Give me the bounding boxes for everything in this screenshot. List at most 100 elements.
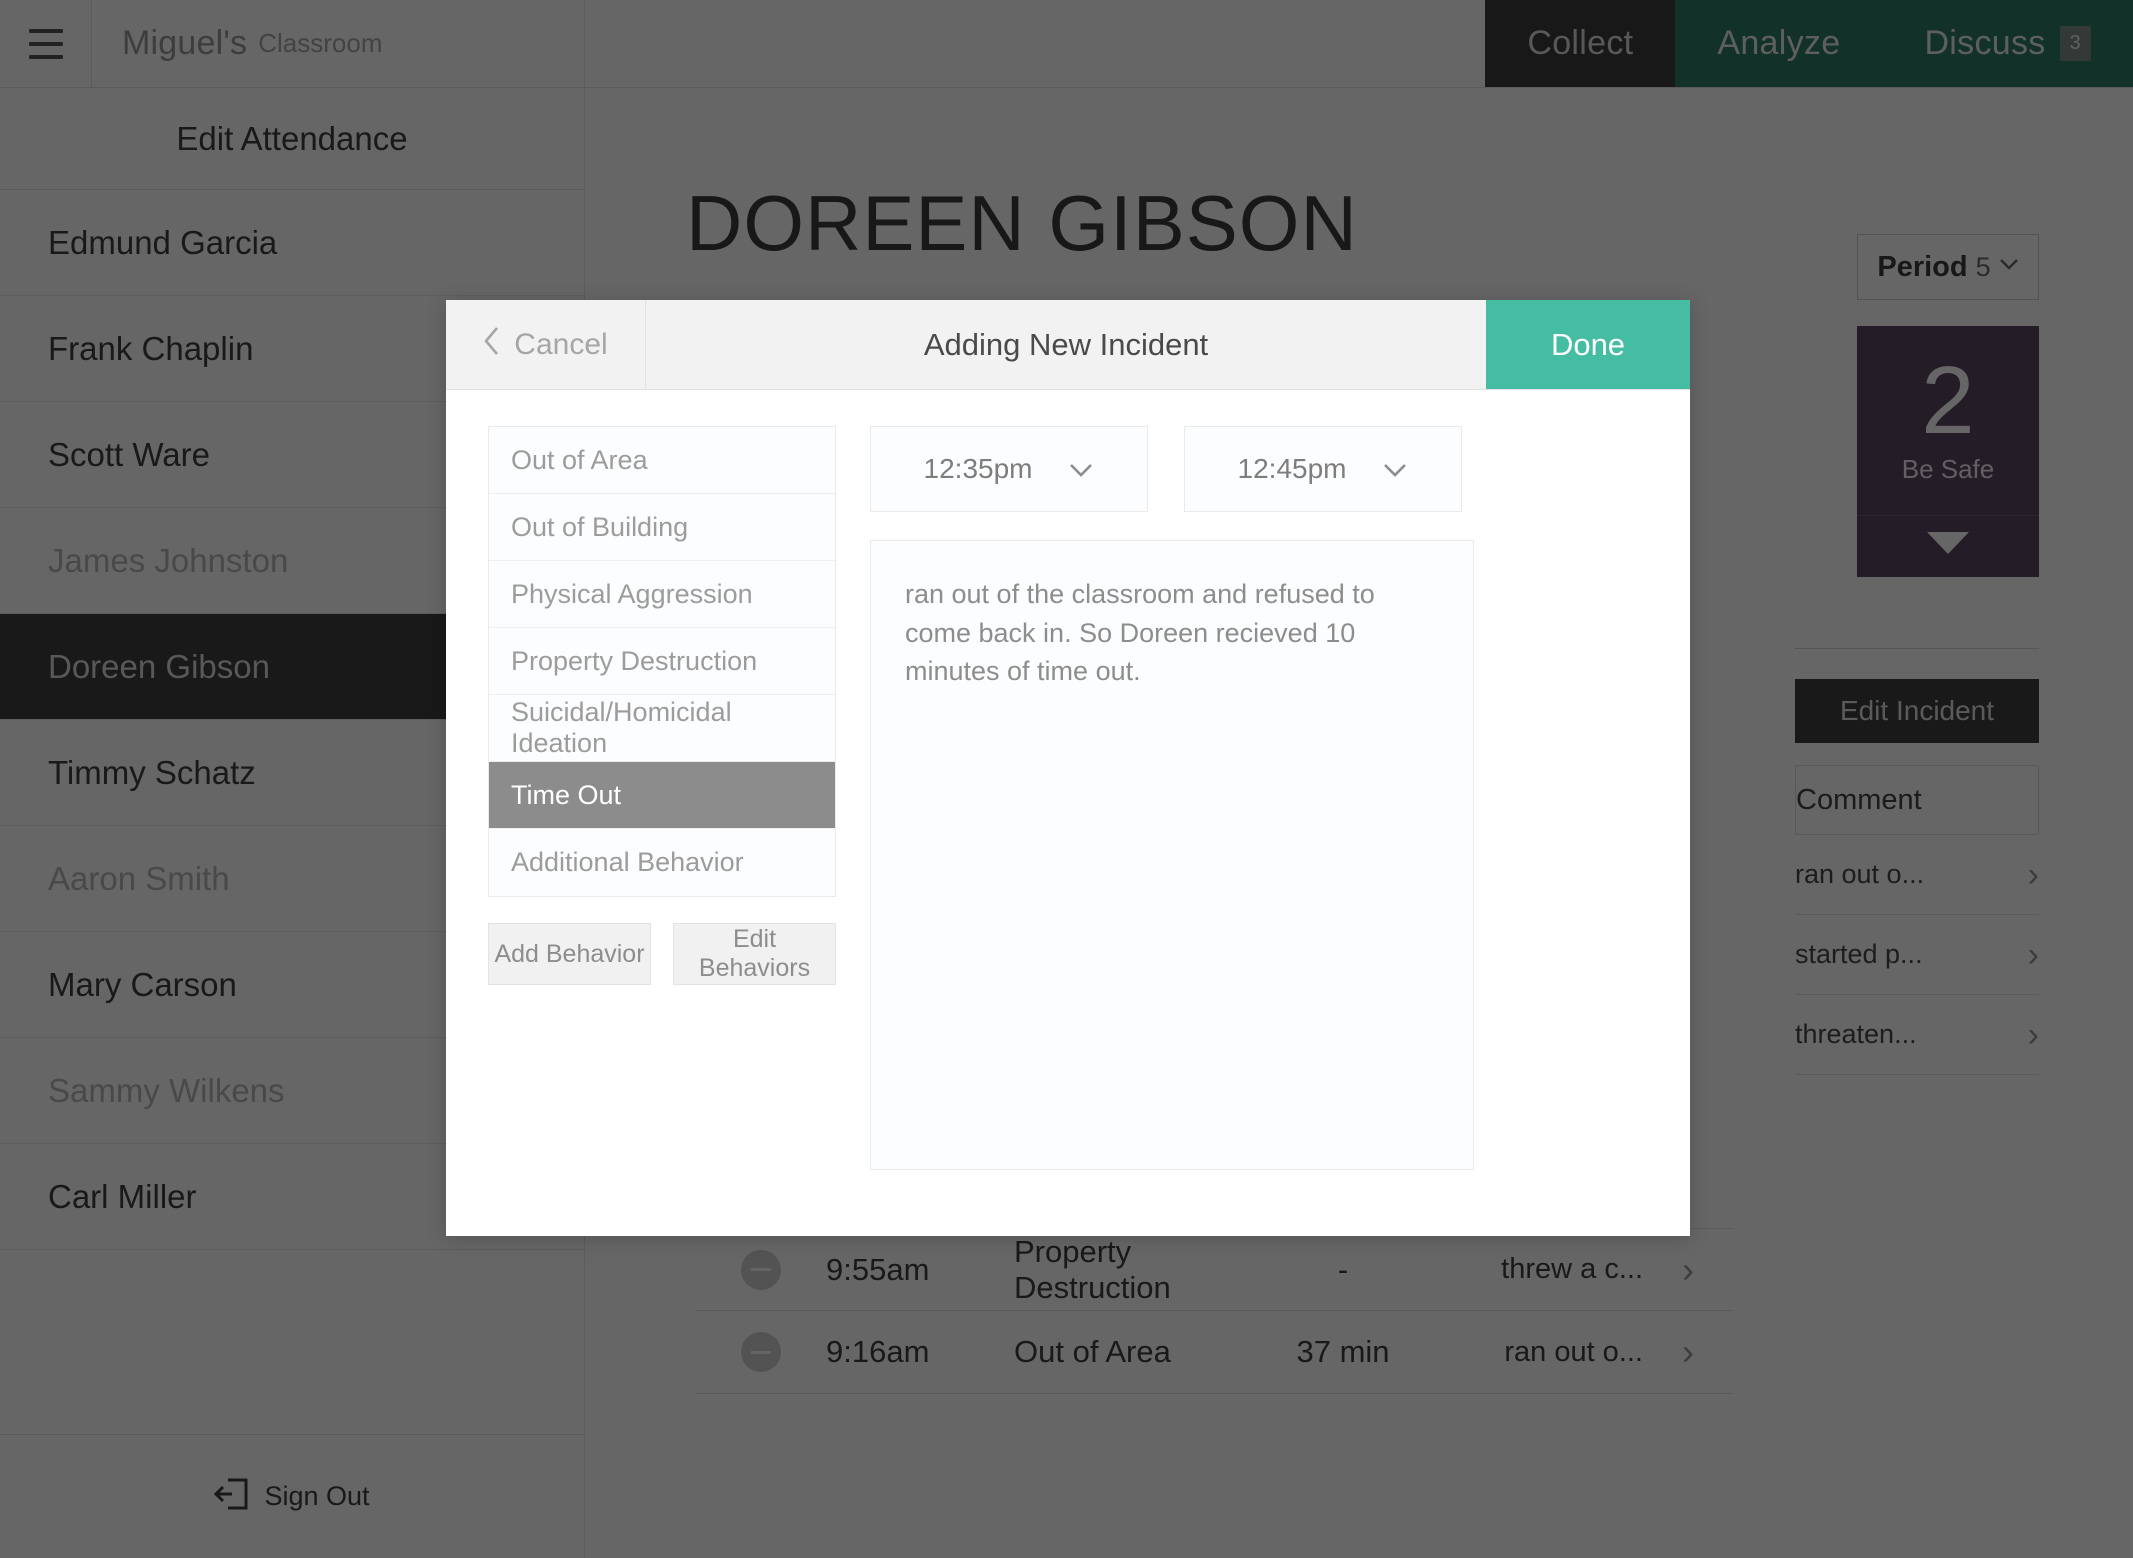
behavior-option-out-of-area[interactable]: Out of Area bbox=[489, 427, 835, 494]
chevron-right-icon: › bbox=[2027, 935, 2039, 974]
student-name: Aaron Smith bbox=[48, 859, 230, 897]
comment-field[interactable]: Comment bbox=[1795, 765, 2039, 835]
page-title: DOREEN GIBSON bbox=[686, 179, 1358, 267]
behavior-option-time-out[interactable]: Time Out bbox=[489, 762, 835, 829]
behavior-option-physical-aggression[interactable]: Physical Aggression bbox=[489, 561, 835, 628]
period-label: Period bbox=[1877, 250, 1968, 283]
minus-circle-icon bbox=[741, 1249, 781, 1290]
behavior-label: Time Out bbox=[511, 779, 622, 810]
incident-time: 9:16am bbox=[826, 1334, 930, 1369]
hamburger-icon[interactable] bbox=[0, 0, 92, 87]
incident-duration: - bbox=[1337, 1251, 1349, 1287]
incident-table: 9:55am Property Destruction - threw a c.… bbox=[696, 1228, 1733, 1394]
student-name: Timmy Schatz bbox=[48, 753, 256, 791]
chevron-right-icon: › bbox=[1682, 1331, 1694, 1372]
top-bar: Miguel's Classroom Collect Analyze Discu… bbox=[0, 0, 2133, 88]
sign-out-label: Sign Out bbox=[264, 1481, 370, 1511]
snippet-text: ran out o... bbox=[1795, 859, 1925, 889]
edit-behaviors-button[interactable]: Edit Behaviors bbox=[673, 923, 836, 985]
done-label: Done bbox=[1550, 326, 1626, 362]
incident-note: threw a c... bbox=[1501, 1253, 1643, 1285]
chevron-down-icon bbox=[1999, 258, 2019, 276]
period-value: 5 bbox=[1975, 251, 1991, 282]
be-safe-count: 2 bbox=[1921, 347, 1975, 454]
discuss-badge: 3 bbox=[2059, 26, 2091, 61]
cancel-label: Cancel bbox=[514, 327, 608, 361]
chevron-down-icon bbox=[1382, 453, 1408, 485]
chevron-right-icon: › bbox=[2027, 855, 2039, 894]
list-item[interactable]: started p... › bbox=[1795, 915, 2039, 995]
incident-note-textarea[interactable]: ran out of the classroom and refused to … bbox=[870, 540, 1474, 1170]
behavior-list: Out of Area Out of Building Physical Agg… bbox=[488, 426, 836, 897]
tab-analyze-label: Analyze bbox=[1717, 24, 1841, 62]
table-row[interactable]: 9:55am Property Destruction - threw a c.… bbox=[696, 1228, 1733, 1311]
incident-duration: 37 min bbox=[1296, 1334, 1390, 1369]
chevron-right-icon: › bbox=[2027, 1015, 2039, 1054]
classroom-title: Miguel's Classroom bbox=[92, 0, 585, 87]
behavior-column: Out of Area Out of Building Physical Agg… bbox=[488, 426, 836, 1170]
remove-incident-button[interactable] bbox=[696, 1332, 826, 1372]
remove-incident-button[interactable] bbox=[696, 1249, 826, 1290]
student-name: Doreen Gibson bbox=[48, 647, 270, 685]
classroom-owner: Miguel's bbox=[122, 24, 248, 62]
student-name: Sammy Wilkens bbox=[48, 1071, 285, 1109]
incident-behavior: Out of Area bbox=[1014, 1334, 1171, 1369]
modal-title: Adding New Incident bbox=[923, 326, 1209, 362]
incident-note: ran out o... bbox=[1504, 1335, 1643, 1368]
minus-circle-icon bbox=[741, 1332, 781, 1372]
behavior-label: Out of Building bbox=[511, 511, 689, 542]
incident-details-column: 12:35pm 12:45pm ran out of the classroom… bbox=[870, 426, 1650, 1170]
behavior-label: Additional Behavior bbox=[511, 847, 744, 877]
nav-tabs: Collect Analyze Discuss 3 bbox=[1485, 0, 2133, 87]
add-incident-modal: Cancel Adding New Incident Done Out of A… bbox=[446, 300, 1690, 1236]
behavior-label: Physical Aggression bbox=[511, 578, 753, 609]
period-selector[interactable]: Period 5 bbox=[1857, 234, 2039, 300]
end-time-select[interactable]: 12:45pm bbox=[1184, 426, 1462, 512]
time-row: 12:35pm 12:45pm bbox=[870, 426, 1650, 512]
comment-label: Comment bbox=[1796, 783, 1922, 816]
student-name: Scott Ware bbox=[48, 435, 210, 473]
cancel-button[interactable]: Cancel bbox=[446, 300, 646, 389]
end-time-value: 12:45pm bbox=[1237, 453, 1347, 484]
done-button[interactable]: Done bbox=[1486, 300, 1690, 389]
chevron-down-icon bbox=[1068, 453, 1094, 485]
behavior-label: Out of Area bbox=[511, 444, 648, 475]
be-safe-counter-card: 2 Be Safe bbox=[1857, 326, 2039, 577]
edit-attendance-button[interactable]: Edit Attendance bbox=[0, 88, 584, 190]
modal-header: Cancel Adding New Incident Done bbox=[446, 300, 1690, 390]
incident-time: 9:55am bbox=[826, 1251, 930, 1287]
sidebar-item-edmund-garcia[interactable]: Edmund Garcia bbox=[0, 190, 584, 296]
start-time-select[interactable]: 12:35pm bbox=[870, 426, 1148, 512]
list-item[interactable]: ran out o... › bbox=[1795, 835, 2039, 915]
behavior-actions: Add Behavior Edit Behaviors bbox=[488, 923, 836, 985]
behavior-option-additional-behavior[interactable]: Additional Behavior bbox=[489, 829, 835, 896]
sign-out-button[interactable]: Sign Out bbox=[0, 1434, 584, 1558]
behavior-option-suicidal-homicidal-ideation[interactable]: Suicidal/Homicidal Ideation bbox=[489, 695, 835, 762]
behavior-option-out-of-building[interactable]: Out of Building bbox=[489, 494, 835, 561]
table-row[interactable]: 9:16am Out of Area 37 min ran out o... › bbox=[696, 1311, 1733, 1394]
student-name: Mary Carson bbox=[48, 965, 237, 1003]
tab-collect[interactable]: Collect bbox=[1485, 0, 1676, 87]
triangle-down-icon bbox=[1927, 531, 1969, 554]
start-time-value: 12:35pm bbox=[923, 453, 1033, 484]
student-name: Edmund Garcia bbox=[48, 223, 278, 261]
classroom-word: Classroom bbox=[258, 28, 383, 58]
tab-collect-label: Collect bbox=[1527, 24, 1634, 62]
edit-incident-button[interactable]: Edit Incident bbox=[1795, 679, 2039, 743]
divider bbox=[1795, 648, 2039, 649]
student-name: Frank Chaplin bbox=[48, 329, 254, 367]
be-safe-label: Be Safe bbox=[1901, 453, 1995, 484]
tab-analyze[interactable]: Analyze bbox=[1675, 0, 1883, 87]
snippet-text: threaten... bbox=[1795, 1019, 1917, 1049]
behavior-option-property-destruction[interactable]: Property Destruction bbox=[489, 628, 835, 695]
tab-discuss[interactable]: Discuss 3 bbox=[1882, 0, 2133, 87]
chevron-left-icon bbox=[483, 326, 500, 364]
tab-discuss-label: Discuss bbox=[1924, 24, 2046, 62]
behavior-label: Property Destruction bbox=[511, 645, 758, 676]
be-safe-expand-button[interactable] bbox=[1857, 514, 2039, 577]
incident-detail-column: Edit Incident Comment ran out o... › sta… bbox=[1795, 648, 2039, 1075]
list-item[interactable]: threaten... › bbox=[1795, 995, 2039, 1075]
add-behavior-button[interactable]: Add Behavior bbox=[488, 923, 651, 985]
behavior-label: Suicidal/Homicidal Ideation bbox=[511, 697, 732, 758]
